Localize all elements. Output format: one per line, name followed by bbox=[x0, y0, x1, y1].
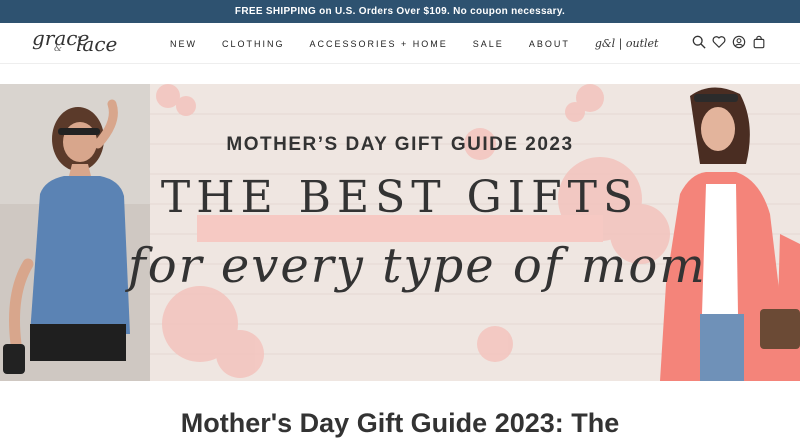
brand-logo[interactable]: grace & lace bbox=[30, 26, 122, 60]
article-title: Mother's Day Gift Guide 2023: The bbox=[180, 408, 620, 438]
gift-guide-tag: MOTHER’S DAY GIFT GUIDE 2023 bbox=[226, 134, 574, 155]
bag-icon[interactable] bbox=[752, 35, 766, 49]
logo-amp: & bbox=[54, 44, 63, 54]
header-icons bbox=[692, 35, 766, 49]
logo-lace: lace bbox=[76, 32, 118, 56]
search-icon[interactable] bbox=[692, 35, 706, 49]
hero-banner[interactable] bbox=[0, 84, 800, 381]
hero-headline: THE BEST GIFTS bbox=[160, 172, 640, 223]
nav-item-about[interactable]: ABOUT bbox=[529, 39, 570, 49]
heart-icon[interactable] bbox=[712, 35, 726, 49]
promo-bar: FREE SHIPPING on U.S. Orders Over $109. … bbox=[0, 0, 800, 23]
site-header: grace & lace NEW CLOTHING ACCESSORIES + … bbox=[0, 23, 800, 64]
nav-item-accessories-home[interactable]: ACCESSORIES + HOME bbox=[310, 39, 448, 49]
nav-item-sale[interactable]: SALE bbox=[473, 39, 504, 49]
nav-item-outlet[interactable]: g&l | outlet bbox=[595, 37, 659, 50]
hero-script-line: for every type of mom bbox=[128, 238, 707, 294]
nav-item-new[interactable]: NEW bbox=[170, 39, 197, 49]
main-nav: NEW CLOTHING ACCESSORIES + HOME SALE ABO… bbox=[170, 23, 658, 64]
nav-item-clothing[interactable]: CLOTHING bbox=[222, 39, 285, 49]
account-icon[interactable] bbox=[732, 35, 746, 49]
